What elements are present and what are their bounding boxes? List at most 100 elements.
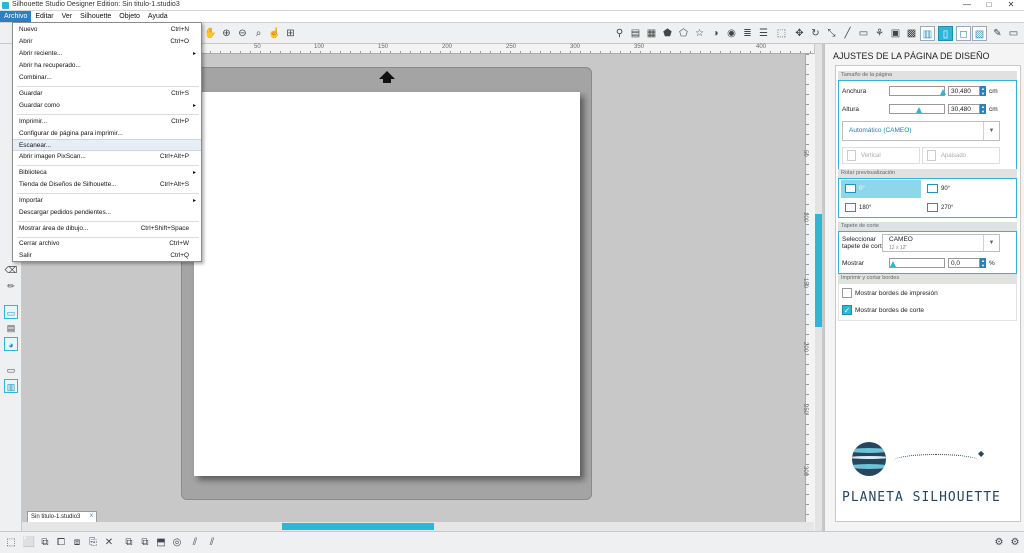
mat-opacity-slider-handle[interactable] <box>890 261 896 267</box>
menu-item-pixscan[interactable]: Abrir imagen PixScan... Ctrl+Alt+P <box>13 151 201 163</box>
rotate-0[interactable]: 0° <box>841 180 921 198</box>
menu-item-abrir-recuperado[interactable]: Abrir ha recuperado... <box>13 60 201 72</box>
mat-opacity-slider[interactable] <box>889 258 945 268</box>
menu-item-imprimir[interactable]: Imprimir... Ctrl+P <box>13 116 201 128</box>
menu-item-tienda[interactable]: Tienda de Diseños de Silhouette... Ctrl+A… <box>13 179 201 191</box>
height-slider-handle[interactable] <box>916 107 922 113</box>
rotate-270[interactable]: 270° <box>923 199 1003 217</box>
drag-zoom-icon[interactable]: ☝ <box>267 26 282 41</box>
cut-settings-icon[interactable]: ▧ <box>972 26 987 41</box>
knife-icon[interactable]: ╱ <box>840 26 855 41</box>
print-borders-checkbox[interactable] <box>842 288 852 298</box>
menu-archivo[interactable]: Archivo <box>0 11 32 22</box>
horizontal-scrollbar-thumb[interactable] <box>282 523 434 530</box>
height-input[interactable]: 30,480 <box>948 104 980 114</box>
rotate-icon[interactable]: ↻ <box>808 26 823 41</box>
menu-item-cerrar-archivo[interactable]: Cerrar archivo Ctrl+W <box>13 238 201 250</box>
orientation-horizontal[interactable]: Apaisado <box>922 147 1000 164</box>
offset-icon[interactable]: ⬠ <box>676 26 691 41</box>
menu-objeto[interactable]: Objeto <box>115 11 144 22</box>
print-icon[interactable]: ▥ <box>920 26 935 41</box>
width-slider[interactable] <box>889 86 946 96</box>
zoom-selection-icon[interactable]: ⌕ <box>251 26 266 41</box>
library-view-icon[interactable]: ▤ <box>4 321 18 335</box>
width-slider-handle[interactable] <box>940 89 946 95</box>
split-view-icon[interactable]: ▥ <box>4 379 18 393</box>
settings-gear-icon[interactable]: ⚙ <box>992 536 1006 550</box>
weld-icon[interactable]: ⬒ <box>154 536 168 550</box>
scale-icon[interactable]: ⤡ <box>824 26 839 41</box>
menu-item-combinar[interactable]: Combinar... <box>13 72 201 84</box>
pencil-tool-icon[interactable]: ✏ <box>4 279 18 293</box>
close-window-button[interactable]: ✕ <box>1000 0 1022 10</box>
chevron-down-icon[interactable]: ▼ <box>983 122 999 140</box>
menu-ayuda[interactable]: Ayuda <box>144 11 172 22</box>
menu-item-mostrar-area[interactable]: Mostrar área de dibujo... Ctrl+Shift+Spac… <box>13 223 201 235</box>
menu-item-importar[interactable]: Importar ▸ <box>13 195 201 207</box>
trace-tool-icon[interactable]: ⫽ <box>188 536 202 550</box>
menu-item-salir[interactable]: Salir Ctrl+Q <box>13 250 201 262</box>
menu-item-abrir-reciente[interactable]: Abrir reciente... ▸ <box>13 48 201 60</box>
pattern-icon[interactable]: ▦ <box>644 26 659 41</box>
line-color-icon[interactable]: ≣ <box>740 26 755 41</box>
width-spinner[interactable]: ▲ ▼ <box>980 86 986 96</box>
width-input[interactable]: 30,480 <box>948 86 980 96</box>
knife-tool-icon[interactable]: ⫽ <box>205 536 219 550</box>
compound-icon[interactable]: ⧈ <box>70 536 84 550</box>
star-icon[interactable]: ☆ <box>692 26 707 41</box>
minimize-button[interactable]: — <box>956 0 978 10</box>
menu-item-abrir[interactable]: Abrir Ctrl+O <box>13 36 201 48</box>
deselect-icon[interactable]: ⬜ <box>22 536 36 550</box>
mat-opacity-input[interactable]: 0,0 <box>948 258 980 268</box>
replicate-icon[interactable]: ⎘ <box>86 536 100 550</box>
page-settings-icon[interactable]: ▯ <box>938 26 953 41</box>
fill-panel-icon[interactable]: ▤ <box>628 26 643 41</box>
line-style-icon[interactable]: ☰ <box>756 26 771 41</box>
mat-opacity-spinner[interactable]: ▲ ▼ <box>980 258 986 268</box>
eraser-icon[interactable]: ▭ <box>856 26 871 41</box>
color-palette-icon[interactable]: ◉ <box>724 26 739 41</box>
height-spinner[interactable]: ▲ ▼ <box>980 104 986 114</box>
menu-editar[interactable]: Editar <box>31 11 57 22</box>
design-page[interactable] <box>194 92 580 476</box>
layers-icon[interactable]: ▣ <box>888 26 903 41</box>
menu-item-guardar[interactable]: Guardar Ctrl+S <box>13 88 201 100</box>
document-tab[interactable]: Sin titulo-1.studio3 x <box>27 511 97 522</box>
ungroup-icon[interactable]: ⧠ <box>54 536 68 550</box>
menu-item-guardar-como[interactable]: Guardar como ▸ <box>13 100 201 112</box>
pan-hand-icon[interactable]: ✋ <box>203 26 218 41</box>
rotate-180[interactable]: 180° <box>841 199 921 217</box>
select-all-icon[interactable]: ⬚ <box>4 536 18 550</box>
registration-icon[interactable]: ◻ <box>956 26 971 41</box>
menu-ver[interactable]: Ver <box>58 11 77 22</box>
cut-borders-checkbox[interactable]: ✓ <box>842 305 852 315</box>
height-slider[interactable] <box>889 104 945 114</box>
move-icon[interactable]: ✥ <box>792 26 807 41</box>
offset-tool-icon[interactable]: ◎ <box>170 536 184 550</box>
menu-item-escanear[interactable]: Escanear... <box>13 139 201 151</box>
gradient-icon[interactable]: ◑ <box>708 26 723 41</box>
close-tab-icon[interactable]: x <box>90 513 93 519</box>
menu-silhouette[interactable]: Silhouette <box>76 11 115 22</box>
page-size-select[interactable]: Automático (CAMEO) ▼ <box>842 121 1000 141</box>
maximize-button[interactable]: □ <box>978 0 1000 10</box>
eraser-tool-icon[interactable]: ⌫ <box>4 263 18 277</box>
rotate-90[interactable]: 90° <box>923 180 1003 198</box>
cameo-device-icon[interactable]: ▭ <box>1006 26 1021 41</box>
zoom-out-icon[interactable]: ⊖ <box>235 26 250 41</box>
orientation-vertical[interactable]: Vertical <box>842 147 920 164</box>
shape-fill-icon[interactable]: ⬟ <box>660 26 675 41</box>
store-view-icon[interactable]: ◕ <box>4 337 18 351</box>
menu-item-nuevo[interactable]: Nuevo Ctrl+N <box>13 24 201 36</box>
options-gear-icon[interactable]: ⚙ <box>1008 536 1022 550</box>
fit-page-icon[interactable]: ⊞ <box>283 26 298 41</box>
mat-select[interactable]: CAMEO 12 x 12" ▼ <box>882 234 1000 252</box>
page-view-icon[interactable]: ▭ <box>4 305 18 319</box>
trace-icon[interactable]: ⚘ <box>872 26 887 41</box>
chevron-down-icon[interactable]: ▼ <box>983 235 999 251</box>
vertical-scrollbar-thumb[interactable] <box>815 214 822 327</box>
panel-layout-icon[interactable]: ▭ <box>4 363 18 377</box>
group-icon[interactable]: ⧉ <box>38 536 52 550</box>
menu-item-biblioteca[interactable]: Biblioteca ▸ <box>13 167 201 179</box>
select-icon[interactable]: ⚲ <box>612 26 627 41</box>
